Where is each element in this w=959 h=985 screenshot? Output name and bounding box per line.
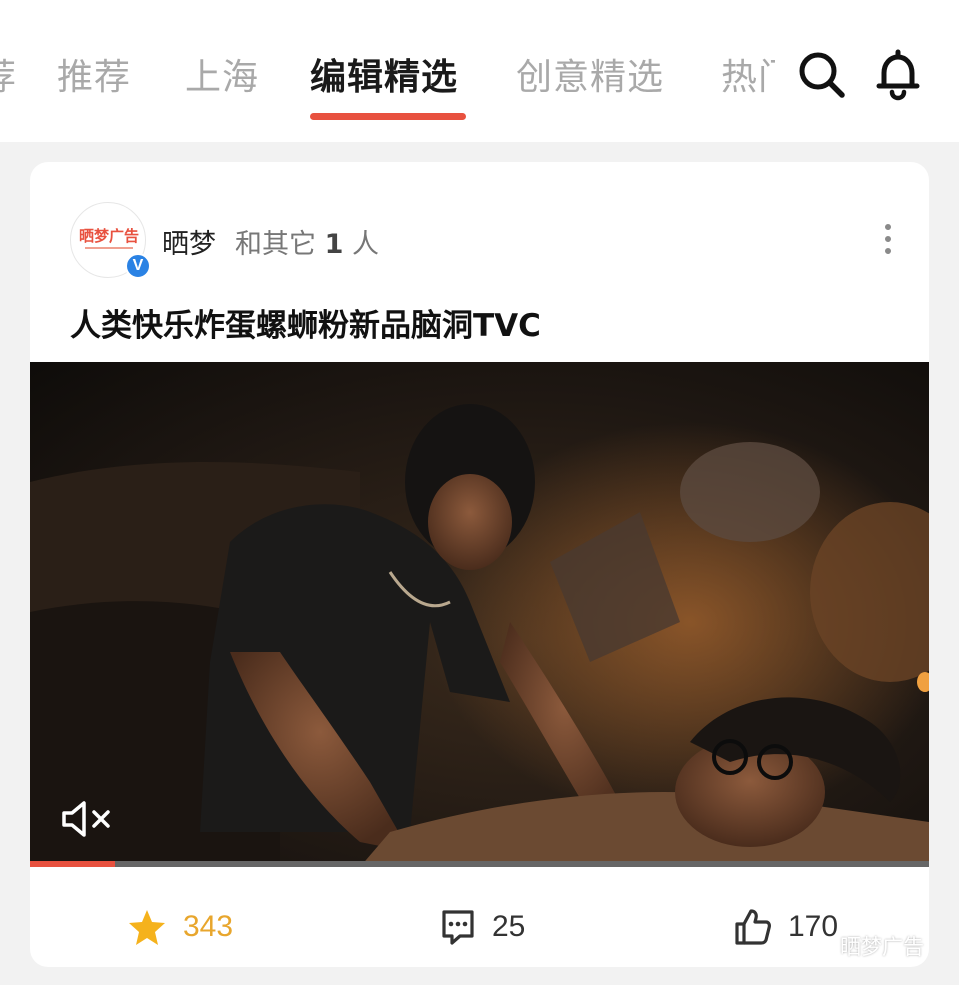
channel-tab-strip: 荐 推荐 上海 编辑精选 创意精选 热门 [0,40,775,120]
co-authors-note[interactable]: 和其它 1 人 [235,222,379,261]
comment-icon [442,910,474,945]
avatar-logo-underline [85,247,133,249]
favorite-button[interactable]: 343 [127,902,233,952]
video-frame [30,362,929,867]
active-tab-indicator [310,113,466,120]
thumbs-up-icon [735,909,771,945]
author-name[interactable]: 晒梦 [162,222,216,261]
video-player[interactable] [30,362,929,867]
search-icon[interactable] [793,46,849,102]
watermark-text: 晒梦广告 [840,935,924,959]
favorite-count: 343 [183,910,234,943]
watermark: 晒梦广告 [808,930,924,962]
tab-editor-picks[interactable]: 编辑精选 [310,48,458,100]
comment-count: 25 [492,910,526,943]
comment-button[interactable]: 25 [440,902,525,952]
tab-partial-left[interactable]: 荐 [0,48,17,100]
co-authors-prefix: 和其它 [235,229,316,260]
top-nav-bar: 荐 推荐 上海 编辑精选 创意精选 热门 [0,0,959,142]
post-card[interactable]: 晒梦广告 V 晒梦 和其它 1 人 人类快乐炸蛋螺蛳粉新品脑洞TVC 343 2… [30,162,929,967]
more-options-icon[interactable] [876,222,900,256]
tab-creative-picks[interactable]: 创意精选 [516,48,664,100]
avatar[interactable]: 晒梦广告 V [70,202,151,279]
wechat-icon [808,935,834,956]
bell-icon[interactable] [870,46,926,102]
avatar-logo-text: 晒梦广告 [78,227,139,245]
co-authors-count: 1 [324,229,344,260]
post-title[interactable]: 人类快乐炸蛋螺蛳粉新品脑洞TVC [70,300,541,345]
tab-hot[interactable]: 热门 [721,48,775,100]
verified-badge: V [125,253,151,279]
co-authors-suffix: 人 [351,229,379,260]
mute-toggle-button[interactable] [60,799,116,839]
tab-recommend[interactable]: 推荐 [57,48,131,100]
tab-shanghai[interactable]: 上海 [185,48,259,100]
star-icon [129,910,165,945]
video-progress-bar[interactable] [30,861,929,867]
video-progress-fill [30,861,116,867]
